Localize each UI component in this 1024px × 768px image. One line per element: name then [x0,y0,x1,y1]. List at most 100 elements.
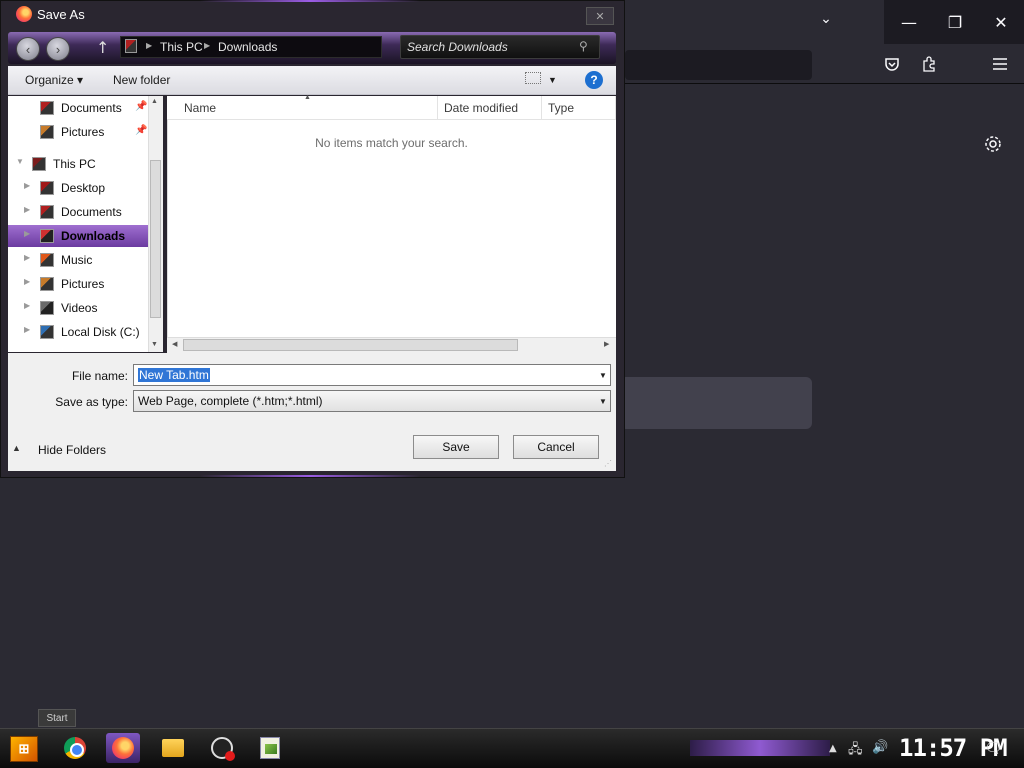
gear-icon[interactable] [982,133,1004,155]
up-arrow-icon[interactable]: ↑ [96,38,109,57]
pocket-icon[interactable] [881,53,903,75]
chevron-down-icon[interactable]: ▼ [599,397,607,406]
nav-item-label: Music [61,253,93,267]
scroll-up-icon[interactable]: ▲ [151,98,158,105]
pin-icon: 📌 [135,125,148,136]
dialog-close-button[interactable]: ✕ [586,7,614,25]
forward-button[interactable]: › [46,37,70,61]
firefox-newtab-search[interactable] [620,377,812,429]
nav-item-desktop[interactable]: ▶ Desktop [8,177,148,199]
file-name-value[interactable]: New Tab.htm [138,368,210,382]
downloads-folder-icon [125,39,137,53]
firefox-url-bar[interactable] [625,50,812,80]
nav-item-documents[interactable]: ▶ Documents [8,201,148,223]
list-all-tabs-icon[interactable]: ⌄ [814,10,838,34]
scroll-down-icon[interactable]: ▼ [151,341,158,348]
chevron-right-icon[interactable]: ▶ [24,253,30,262]
network-icon[interactable]: 🖧 [848,740,863,762]
chrome-icon[interactable] [58,733,92,763]
nav-item-label: Pictures [61,125,105,139]
firefox-tabstrip-area [620,0,884,44]
nav-item-pictures-pinned[interactable]: Pictures 📌 [8,121,148,143]
hide-folders-button[interactable]: Hide Folders [38,443,106,457]
chevron-right-icon[interactable]: ▶ [24,181,30,190]
documents-icon [40,101,54,115]
horizontal-scrollbar-thumb[interactable] [183,339,518,351]
save-as-type-label: Save as type: [55,395,128,409]
search-icon[interactable]: ⚲ [579,39,588,53]
computer-icon [32,157,46,171]
nav-item-label: Downloads [61,229,126,243]
chevron-down-icon[interactable]: ▼ [599,371,607,380]
nav-item-label: Documents [61,205,122,219]
chevron-right-icon[interactable]: ▶ [204,41,210,50]
column-header-name[interactable]: Name [167,96,438,120]
nav-item-documents-pinned[interactable]: Documents 📌 [8,97,148,119]
save-button[interactable]: Save [413,435,499,459]
nav-item-pictures[interactable]: ▶ Pictures [8,273,148,295]
taskbar-accent [690,740,830,756]
notepad-plus-icon[interactable] [253,733,287,763]
firefox-icon[interactable] [106,733,140,763]
breadcrumb-downloads[interactable]: Downloads [218,40,277,54]
file-explorer-icon[interactable] [156,733,190,763]
cancel-button[interactable]: Cancel [513,435,599,459]
chevron-right-icon[interactable]: ▶ [24,325,30,334]
nav-item-this-pc[interactable]: ▼ This PC [8,153,148,175]
scroll-right-icon[interactable]: ▶ [604,340,609,348]
drive-icon [40,325,54,339]
close-window-button[interactable]: ✕ [978,0,1024,44]
sort-ascending-icon: ▲ [304,94,311,101]
view-options-icon[interactable] [525,72,541,84]
column-header-type[interactable]: Type [542,96,616,120]
taskbar [0,728,1024,768]
pictures-icon [40,125,54,139]
restore-button[interactable]: ❐ [932,0,978,44]
downloads-icon [40,229,54,243]
chevron-down-icon[interactable]: ▼ [16,157,24,166]
chevron-up-icon[interactable]: ▲ [12,443,21,453]
chevron-right-icon[interactable]: ▶ [24,229,30,238]
column-label: Date modified [444,101,519,115]
frame-accent [200,0,420,2]
extensions-icon[interactable] [918,53,940,75]
start-button[interactable]: ⊞ [10,736,38,762]
nav-item-local-disk[interactable]: ▶ Local Disk (C:) [8,321,148,343]
obs-icon[interactable] [205,733,239,763]
nav-item-label: Local Disk (C:) [61,325,140,339]
minimize-button[interactable]: — [886,0,932,44]
back-button[interactable]: ‹ [16,37,40,61]
nav-scrollbar-thumb[interactable] [150,160,161,318]
start-tooltip: Start [38,709,76,727]
notifications-icon[interactable]: 🗨 [984,739,1003,757]
nav-item-label: Videos [61,301,98,315]
volume-icon[interactable]: 🔊 [872,740,888,755]
hamburger-menu-icon[interactable] [989,53,1011,75]
column-label: Type [548,101,575,115]
new-folder-button[interactable]: New folder [113,73,170,87]
nav-item-videos[interactable]: ▶ Videos [8,297,148,319]
save-as-type-value: Web Page, complete (*.htm;*.html) [138,394,323,408]
nav-item-label: Pictures [61,277,105,291]
chevron-right-icon[interactable]: ▶ [24,205,30,214]
nav-item-music[interactable]: ▶ Music [8,249,148,271]
nav-item-downloads[interactable]: ▶ Downloads [8,225,148,247]
organize-button[interactable]: Organize ▾ [25,73,83,87]
help-icon[interactable]: ? [585,71,603,89]
nav-item-label: Documents [61,101,122,115]
navigation-pane: Documents 📌 Pictures 📌 ▼ This PC ▶ Deskt… [8,96,148,352]
scroll-left-icon[interactable]: ◀ [172,340,177,348]
chevron-right-icon[interactable]: ▶ [24,277,30,286]
search-placeholder: Search Downloads [407,40,508,54]
frame-accent [200,475,420,477]
desktop-icon [40,181,54,195]
chevron-right-icon[interactable]: ▶ [146,41,152,50]
chevron-right-icon[interactable]: ▶ [24,301,30,310]
file-list[interactable] [167,96,616,353]
resize-grip[interactable]: ⋰ [604,459,612,468]
breadcrumb-this-pc[interactable]: This PC [160,40,203,54]
tray-chevron-up-icon[interactable]: ▲ [829,743,837,754]
column-header-date-modified[interactable]: Date modified [438,96,542,120]
music-icon [40,253,54,267]
chevron-down-icon[interactable]: ▼ [548,75,557,85]
